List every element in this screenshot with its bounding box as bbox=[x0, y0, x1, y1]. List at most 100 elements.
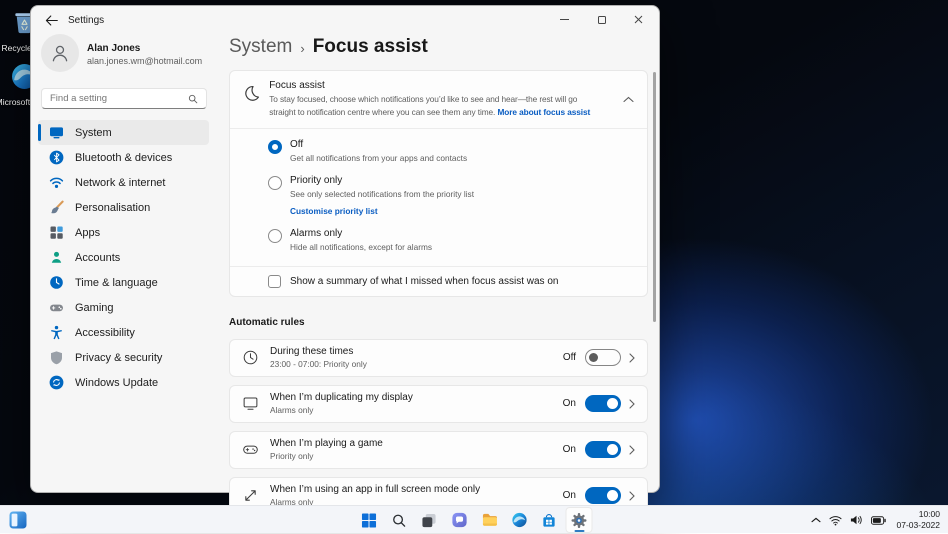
window-title: Settings bbox=[68, 15, 105, 26]
sidebar-item-label: Time & language bbox=[75, 276, 158, 289]
edge-icon bbox=[511, 512, 527, 528]
window-controls bbox=[546, 6, 657, 33]
moon-icon bbox=[242, 84, 261, 103]
sidebar-item-system[interactable]: System bbox=[38, 120, 209, 145]
update-icon bbox=[49, 375, 64, 390]
clock-icon bbox=[242, 349, 260, 366]
taskbar-clock[interactable]: 10:00 07-03-2022 bbox=[897, 509, 940, 531]
sidebar-item-accounts[interactable]: Accounts bbox=[38, 245, 209, 270]
clock-globe-icon bbox=[49, 275, 64, 290]
maximize-icon bbox=[597, 15, 606, 24]
scrollbar[interactable] bbox=[653, 72, 656, 322]
battery-icon[interactable] bbox=[870, 515, 886, 525]
toggle-switch[interactable] bbox=[585, 487, 621, 505]
minimize-icon bbox=[560, 19, 569, 20]
toggle-knob bbox=[589, 353, 598, 363]
titlebar: Settings bbox=[31, 6, 659, 34]
rule-title: When I’m using an app in full screen mod… bbox=[270, 484, 481, 496]
sidebar-item-windows-update[interactable]: Windows Update bbox=[38, 370, 209, 395]
start-button[interactable] bbox=[356, 507, 383, 533]
profile-email: alan.jones.wm@hotmail.com bbox=[87, 56, 203, 66]
widgets-button[interactable] bbox=[8, 510, 28, 530]
maximize-button[interactable] bbox=[583, 6, 620, 33]
settings-window: Settings Alan Jones alan.jones.wm@hotmai… bbox=[30, 5, 660, 515]
rule-during-these-times[interactable]: During these times 23:00 - 07:00: Priori… bbox=[229, 338, 648, 377]
tray-chevron-up-button[interactable] bbox=[810, 517, 821, 523]
store-button[interactable] bbox=[536, 507, 563, 533]
chevron-right-icon bbox=[629, 491, 635, 501]
back-button[interactable] bbox=[43, 13, 59, 27]
sidebar-item-privacy-security[interactable]: Privacy & security bbox=[38, 345, 209, 370]
focus-assist-header[interactable]: Focus assist To stay focused, choose whi… bbox=[230, 71, 647, 128]
chevron-up-icon bbox=[810, 517, 821, 523]
taskbar-center bbox=[356, 507, 593, 533]
task-view-icon bbox=[422, 513, 436, 527]
radio-option-priority-only[interactable]: Priority only See only selected notifica… bbox=[230, 175, 647, 216]
search-input[interactable]: Find a setting bbox=[41, 88, 207, 109]
toggle-state-label: On bbox=[562, 490, 576, 502]
toggle-switch[interactable] bbox=[585, 349, 621, 367]
person-icon bbox=[49, 250, 64, 265]
sidebar-item-label: Windows Update bbox=[75, 376, 159, 389]
radio-option-alarms-only[interactable]: Alarms only Hide all notifications, exce… bbox=[230, 228, 647, 252]
taskbar: 10:00 07-03-2022 bbox=[0, 505, 948, 533]
summary-checkbox-row[interactable]: Show a summary of what I missed when foc… bbox=[230, 265, 647, 296]
sidebar-item-label: Privacy & security bbox=[75, 351, 163, 364]
gamepad-icon bbox=[242, 441, 260, 458]
rule-subtitle: 23:00 - 07:00: Priority only bbox=[270, 359, 367, 370]
selected-indicator bbox=[38, 124, 41, 141]
sidebar-item-time-language[interactable]: Time & language bbox=[38, 270, 209, 295]
apps-grid-icon bbox=[49, 225, 64, 240]
breadcrumb-parent[interactable]: System bbox=[229, 36, 292, 58]
monitor-icon bbox=[49, 125, 64, 140]
file-explorer-button[interactable] bbox=[476, 507, 503, 533]
radio-icon[interactable] bbox=[268, 175, 282, 190]
profile-name: Alan Jones bbox=[87, 43, 141, 54]
sidebar-item-network-internet[interactable]: Network & internet bbox=[38, 170, 209, 195]
close-button[interactable] bbox=[620, 6, 657, 33]
radio-option-off[interactable]: Off Get all notifications from your apps… bbox=[230, 139, 647, 163]
automatic-rules-heading: Automatic rules bbox=[229, 316, 305, 328]
back-arrow-icon bbox=[45, 14, 58, 26]
toggle-knob bbox=[607, 490, 618, 502]
sidebar-item-label: Personalisation bbox=[75, 201, 151, 214]
sidebar-item-apps[interactable]: Apps bbox=[38, 220, 209, 245]
sidebar-item-label: System bbox=[75, 126, 112, 139]
profile[interactable]: Alan Jones alan.jones.wm@hotmail.com bbox=[87, 43, 202, 66]
radio-icon[interactable] bbox=[268, 139, 282, 154]
customise-priority-list-link[interactable]: Customise priority list bbox=[290, 206, 474, 216]
wifi-icon[interactable] bbox=[828, 515, 842, 526]
checkbox-icon[interactable] bbox=[268, 274, 281, 288]
rule-playing-a-game[interactable]: When I’m playing a game Priority only On bbox=[229, 430, 648, 469]
more-about-focus-assist-link[interactable]: More about focus assist bbox=[497, 107, 590, 117]
accessibility-icon bbox=[49, 325, 64, 340]
brush-icon bbox=[49, 200, 64, 215]
focus-options: Off Get all notifications from your apps… bbox=[230, 127, 647, 266]
radio-option-label: Alarms only bbox=[290, 227, 343, 239]
edge-button[interactable] bbox=[506, 507, 533, 533]
task-view-button[interactable] bbox=[416, 507, 443, 533]
sidebar-item-bluetooth-devices[interactable]: Bluetooth & devices bbox=[38, 145, 209, 170]
sidebar-item-accessibility[interactable]: Accessibility bbox=[38, 320, 209, 345]
clock-date: 07-03-2022 bbox=[896, 520, 940, 530]
toggle-switch[interactable] bbox=[585, 441, 621, 459]
bluetooth-icon bbox=[49, 150, 64, 165]
chat-button[interactable] bbox=[446, 507, 473, 533]
toggle-state-label: On bbox=[562, 398, 576, 410]
focus-assist-card: Focus assist To stay focused, choose whi… bbox=[229, 70, 648, 297]
avatar[interactable] bbox=[41, 34, 79, 72]
toggle-switch[interactable] bbox=[585, 395, 621, 413]
radio-option-description: See only selected notifications from the… bbox=[290, 188, 474, 199]
sidebar-item-personalisation[interactable]: Personalisation bbox=[38, 195, 209, 220]
rule-duplicating-display[interactable]: When I’m duplicating my display Alarms o… bbox=[229, 384, 648, 423]
radio-option-label: Off bbox=[290, 138, 304, 150]
rule-title: During these times bbox=[270, 346, 354, 358]
radio-icon[interactable] bbox=[268, 228, 282, 243]
taskbar-settings-button[interactable] bbox=[565, 507, 593, 533]
sidebar-item-gaming[interactable]: Gaming bbox=[38, 295, 209, 320]
page-title: Focus assist bbox=[312, 36, 428, 57]
volume-icon[interactable] bbox=[850, 514, 863, 526]
collapse-button[interactable] bbox=[623, 90, 634, 108]
taskbar-search-button[interactable] bbox=[386, 507, 413, 533]
minimize-button[interactable] bbox=[546, 6, 583, 33]
